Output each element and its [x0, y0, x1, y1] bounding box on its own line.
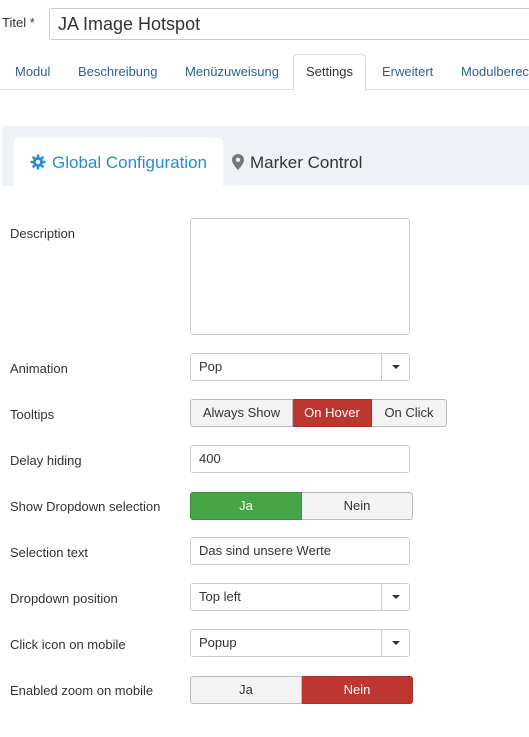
main-tabs: Modul Beschreibung Menüzuweisung Setting…	[0, 54, 529, 91]
zoom-mobile-nein-button[interactable]: Nein	[302, 676, 413, 704]
dropdown-position-value: Top left	[199, 589, 241, 604]
subtab-marker-control[interactable]: Marker Control	[232, 138, 362, 186]
show-dropdown-label: Show Dropdown selection	[10, 499, 161, 514]
chevron-down-icon	[392, 365, 400, 369]
dropdown-position-select[interactable]: Top left	[190, 583, 410, 611]
subtab-global-configuration[interactable]: Global Configuration	[14, 138, 223, 186]
description-label: Description	[10, 226, 76, 241]
zoom-mobile-ja-button[interactable]: Ja	[190, 676, 302, 704]
chevron-down-icon	[392, 595, 400, 599]
tab-modul[interactable]: Modul	[15, 54, 50, 90]
subtab-global-configuration-label: Global Configuration	[52, 153, 207, 172]
title-label: Titel *	[2, 15, 35, 30]
zoom-mobile-label: Enabled zoom on mobile	[10, 683, 154, 698]
tooltips-button-group: Always Show On Hover On Click	[190, 399, 447, 427]
show-dropdown-nein-button[interactable]: Nein	[302, 492, 413, 520]
click-icon-mobile-select[interactable]: Popup	[190, 629, 410, 657]
tooltips-on-click-button[interactable]: On Click	[372, 399, 447, 427]
delay-hiding-label: Delay hiding	[10, 453, 82, 468]
animation-value: Pop	[199, 359, 223, 374]
tab-modulberechtigungen[interactable]: Modulberec	[461, 54, 529, 90]
tab-menuezuweisung[interactable]: Menüzuweisung	[185, 54, 279, 90]
show-dropdown-button-group: Ja Nein	[190, 492, 413, 520]
subtab-marker-control-label: Marker Control	[250, 153, 363, 172]
animation-label: Animation	[10, 361, 68, 376]
tooltips-label: Tooltips	[10, 407, 55, 422]
chevron-down-icon	[392, 641, 400, 645]
gear-icon	[30, 154, 46, 170]
settings-subtabs: Global Configuration Marker Control	[2, 126, 529, 186]
description-textarea[interactable]	[190, 218, 410, 335]
tab-beschreibung[interactable]: Beschreibung	[78, 54, 158, 90]
selection-text-input[interactable]: Das sind unsere Werte	[190, 537, 410, 565]
title-input[interactable]: JA Image Hotspot	[49, 8, 529, 40]
click-icon-mobile-label: Click icon on mobile	[10, 637, 126, 652]
animation-select[interactable]: Pop	[190, 353, 410, 381]
tooltips-on-hover-button[interactable]: On Hover	[293, 399, 372, 427]
dropdown-position-label: Dropdown position	[10, 591, 118, 606]
tooltips-always-show-button[interactable]: Always Show	[190, 399, 293, 427]
click-icon-mobile-value: Popup	[199, 635, 237, 650]
selection-text-label: Selection text	[10, 545, 89, 560]
zoom-mobile-button-group: Ja Nein	[190, 676, 413, 704]
delay-hiding-input[interactable]: 400	[190, 445, 410, 473]
map-marker-icon	[232, 154, 244, 170]
show-dropdown-ja-button[interactable]: Ja	[190, 492, 302, 520]
tab-erweitert[interactable]: Erweitert	[382, 54, 433, 90]
tab-settings[interactable]: Settings	[293, 54, 366, 91]
